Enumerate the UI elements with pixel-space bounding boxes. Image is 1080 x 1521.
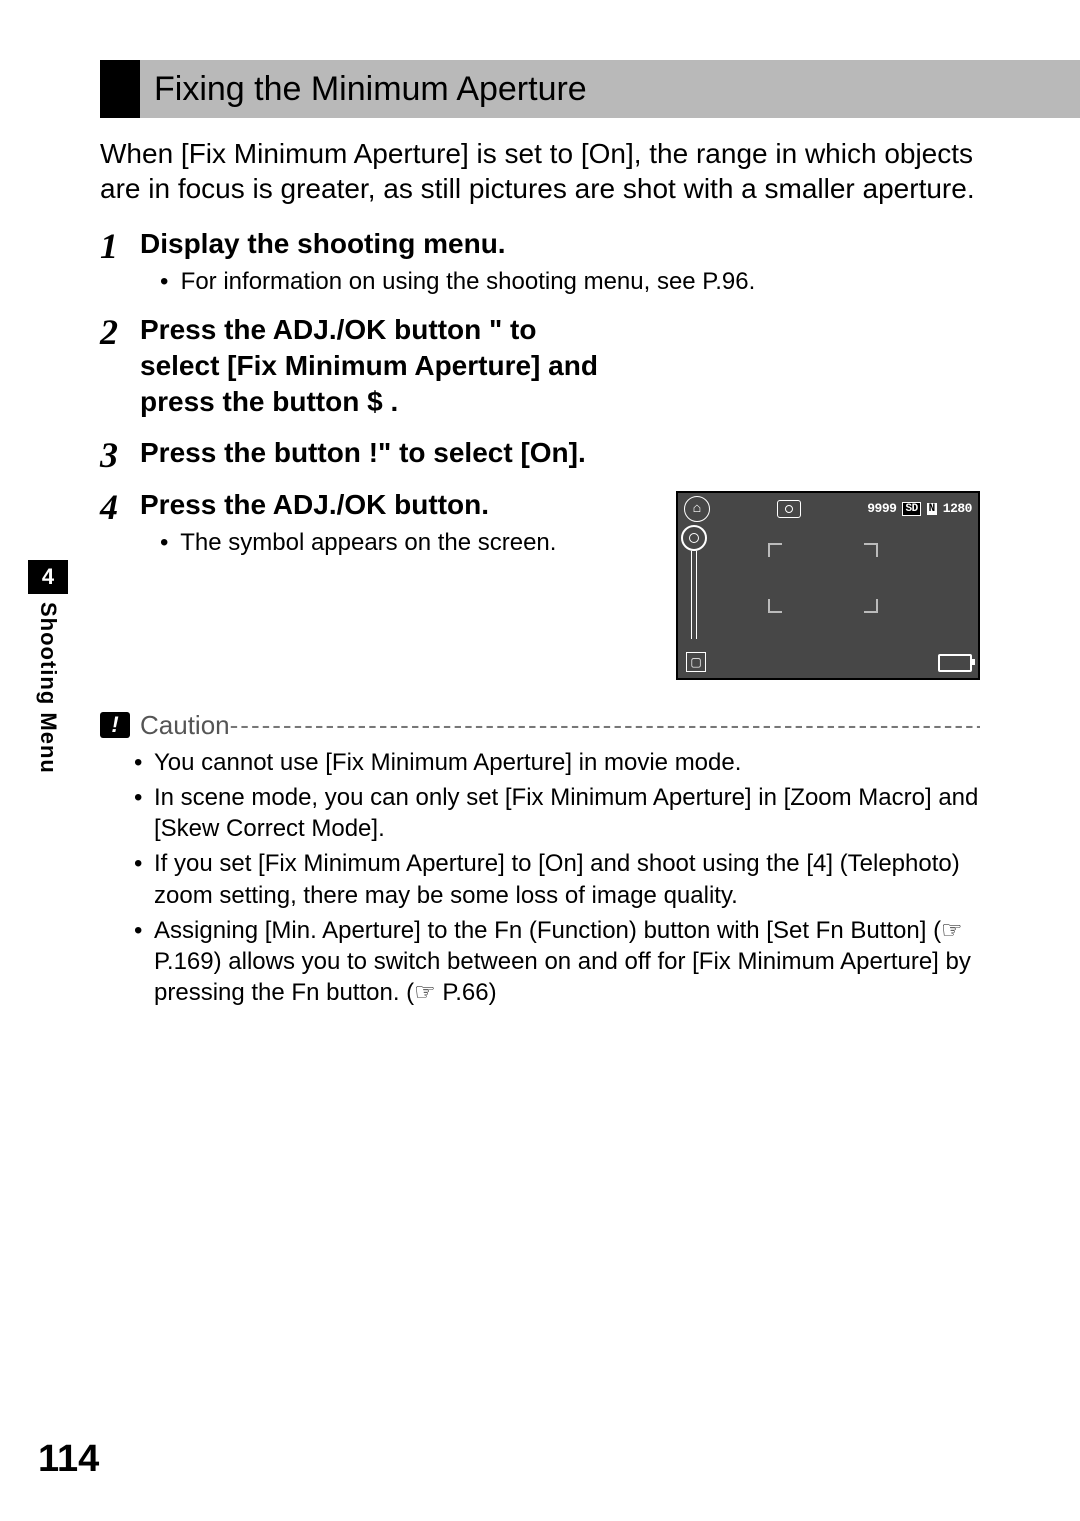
caution-item: • If you set [Fix Minimum Aperture] to [… [134,848,980,910]
section-title: Fixing the Minimum Aperture [140,60,1080,118]
bullet-icon: • [134,848,154,879]
step-3: 3 Press the button !" to select [On]. [100,435,980,473]
bullet-icon: • [160,266,174,297]
chapter-side-tab: 4 Shooting Menu [28,560,68,774]
caution-list: • You cannot use [Fix Minimum Aperture] … [134,747,980,1009]
step-sub-text: For information on using the shooting me… [181,268,756,295]
step-sub: • The symbol appears on the screen. [160,527,658,558]
bullet-icon: • [160,527,174,558]
chapter-number: 4 [28,560,68,594]
camera-icon [777,500,801,518]
n-badge: N [927,503,937,515]
page-number: 114 [38,1438,99,1481]
step-4: 4 Press the ADJ./OK button. • The symbol… [100,487,980,680]
manual-page: Fixing the Minimum Aperture When [Fix Mi… [0,0,1080,1521]
step-title: Display the shooting menu. [140,226,980,262]
mode-dial-icon: ⌂ [684,496,710,522]
step-title: Press the ADJ./OK button. [140,487,658,523]
step-1: 1 Display the shooting menu. • For infor… [100,226,980,298]
caution-item: • In scene mode, you can only set [Fix M… [134,782,980,844]
caution-block: ! Caution ------------------------------… [100,710,980,1009]
bullet-icon: • [134,782,154,813]
step-sub-text: The symbol appears on the screen. [180,529,556,556]
step-2: 2 Press the ADJ./OK button " to select [… [100,312,980,421]
focus-frame [768,543,878,613]
sd-badge: SD [902,502,920,516]
camera-lcd-preview: ⌂ 9999 SD N 1280 [676,491,980,680]
title-black-accent [100,60,140,118]
caution-text: If you set [Fix Minimum Aperture] to [On… [154,848,980,910]
step-sub: • For information on using the shooting … [160,266,980,297]
step-title: Press the button !" to select [On]. [140,435,600,471]
step-number: 1 [100,226,140,264]
caution-text: You cannot use [Fix Minimum Aperture] in… [154,747,980,778]
caution-text: In scene mode, you can only set [Fix Min… [154,782,980,844]
bullet-icon: • [134,915,154,946]
shots-remaining: 9999 [867,501,896,516]
bullet-icon: • [134,747,154,778]
step-number: 3 [100,435,140,473]
caution-icon: ! [100,712,130,738]
intro-paragraph: When [Fix Minimum Aperture] is set to [O… [100,136,980,206]
steps-list: 1 Display the shooting menu. • For infor… [100,226,980,680]
step-number: 4 [100,487,140,525]
aperture-symbol-icon [681,525,707,551]
wide-icon: ▢ [686,652,706,672]
battery-icon [938,654,972,672]
step-number: 2 [100,312,140,350]
chapter-label: Shooting Menu [35,602,61,774]
caution-item: • Assigning [Min. Aperture] to the Fn (F… [134,915,980,1009]
caution-item: • You cannot use [Fix Minimum Aperture] … [134,747,980,778]
caution-text: Assigning [Min. Aperture] to the Fn (Fun… [154,915,980,1009]
resolution-label: 1280 [943,501,972,516]
zoom-indicator [688,529,698,639]
step-title: Press the ADJ./OK button " to select [Fi… [140,312,600,421]
section-title-bar: Fixing the Minimum Aperture [100,60,1080,118]
caution-label: Caution [140,710,230,741]
divider-dashes: ----------------------------------------… [230,710,980,741]
